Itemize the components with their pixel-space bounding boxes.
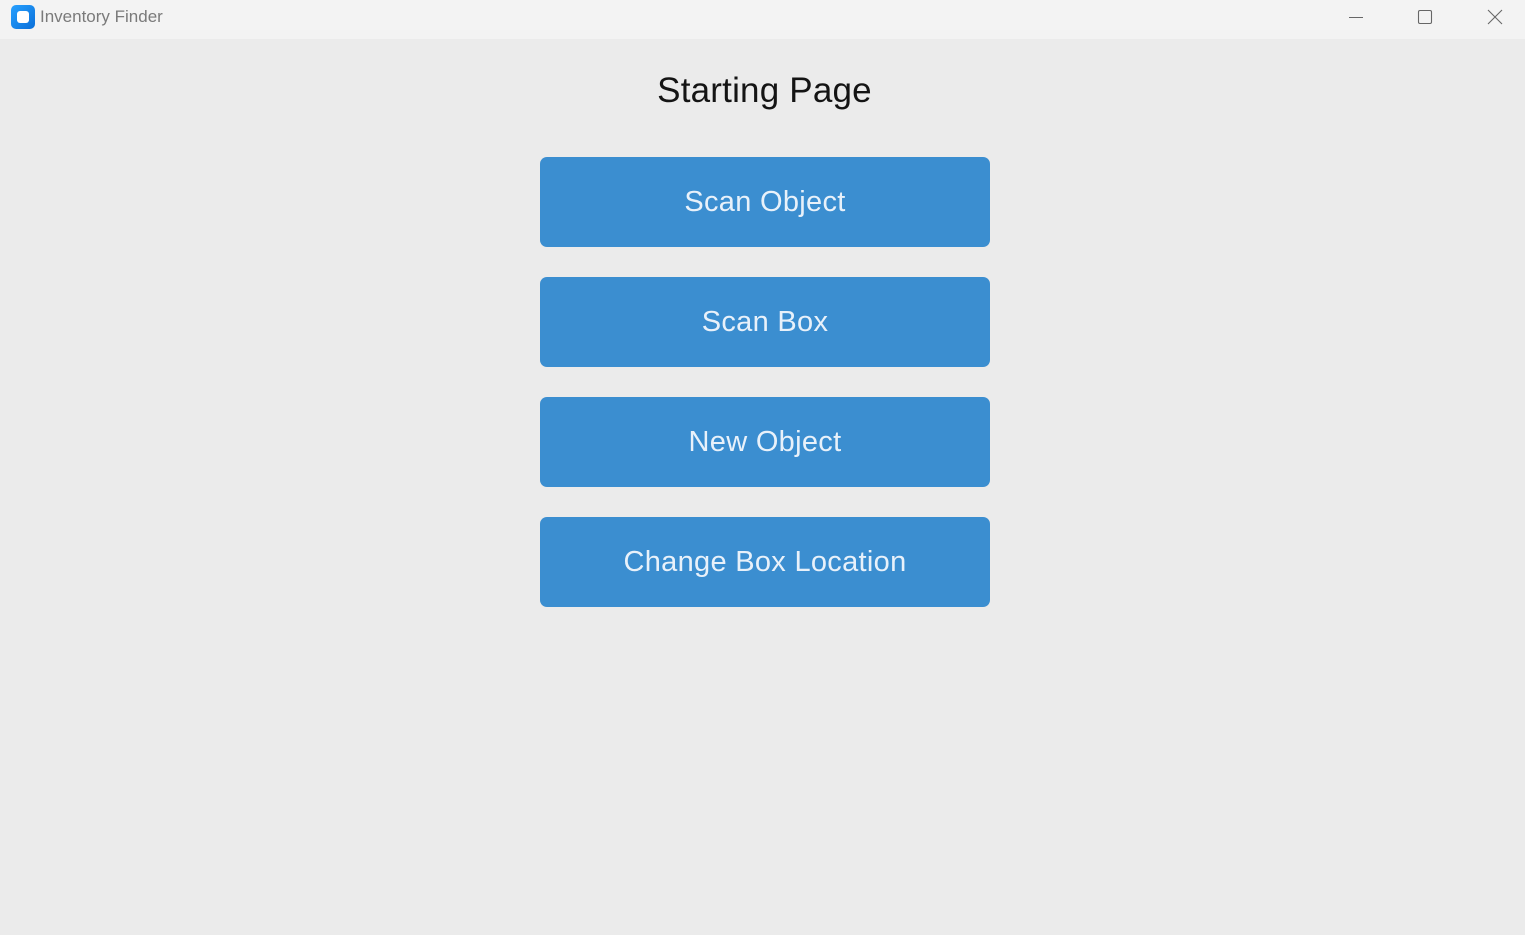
maximize-icon [1417, 9, 1433, 24]
maximize-button[interactable] [1390, 0, 1460, 33]
change-box-location-button[interactable]: Change Box Location [540, 517, 990, 607]
app-window: Inventory Finder Starting Page Scan Obje… [0, 0, 1525, 935]
main-content: Starting Page Scan Object Scan Box New O… [0, 39, 1525, 935]
new-object-button[interactable]: New Object [540, 397, 990, 487]
minimize-icon [1349, 16, 1363, 18]
window-title: Inventory Finder [40, 7, 163, 26]
scan-box-button[interactable]: Scan Box [540, 277, 990, 367]
app-logo-icon [11, 5, 35, 29]
scan-object-button[interactable]: Scan Object [540, 157, 990, 247]
close-icon [1487, 9, 1503, 24]
page-title: Starting Page [657, 71, 872, 110]
title-bar[interactable]: Inventory Finder [0, 0, 1525, 39]
close-button[interactable] [1460, 0, 1525, 33]
minimize-button[interactable] [1321, 0, 1391, 33]
